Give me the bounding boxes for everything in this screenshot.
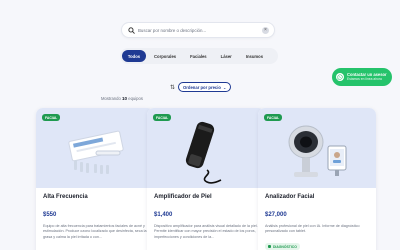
product-card-amplificador-de-piel[interactable]: FACIAL Amplificador de Piel $1,400 Dispo…	[147, 108, 265, 250]
tab-faciales[interactable]: Faciales	[184, 50, 213, 62]
product-card-analizador-facial[interactable]: FACIAL Analizador Facial $27,000 Análisi…	[258, 108, 376, 250]
results-prefix: Mostrando	[101, 96, 121, 101]
sort-icon: ⇅	[170, 84, 176, 91]
category-badge: FACIAL	[153, 114, 172, 121]
product-description: Dispositivo amplificador para análisis v…	[154, 224, 258, 239]
category-badge: FACIAL	[264, 114, 283, 121]
product-title: Amplificador de Piel	[154, 194, 212, 200]
product-title: Alta Frecuencia	[43, 194, 88, 200]
product-image-alta-frecuencia: FACIAL	[36, 108, 154, 188]
whatsapp-sub-label: Estamos en línea ahora	[347, 76, 382, 81]
tab-todos[interactable]: Todos	[122, 50, 146, 62]
diagnostic-tag: DIAGNÓSTICO	[265, 243, 300, 250]
sort-control: ⇅ Ordenar por precio ⌄	[170, 82, 232, 92]
chevron-down-icon: ⌄	[222, 84, 227, 90]
product-price: $550	[43, 212, 57, 218]
results-count: Mostrando 10 equipos	[101, 96, 143, 101]
clear-search-icon[interactable]: ×	[262, 26, 269, 34]
sort-select[interactable]: Ordenar por precio ⌄	[178, 82, 232, 92]
product-card-alta-frecuencia[interactable]: FACIAL Alta Frecuencia $550 Equipo de al…	[36, 108, 154, 250]
whatsapp-contact-button[interactable]: Contactar un asesor Estamos en línea aho…	[332, 68, 392, 86]
product-price: $1,400	[154, 212, 173, 218]
product-image-analizador-facial: FACIAL	[258, 108, 376, 188]
product-title: Analizador Facial	[265, 194, 315, 200]
category-badge: FACIAL	[42, 114, 61, 121]
whatsapp-icon	[336, 73, 344, 81]
results-number: 10	[121, 96, 128, 101]
tab-laser[interactable]: Láser	[215, 50, 238, 62]
tag-bullet-icon	[268, 245, 271, 249]
diagnostic-tag-label: DIAGNÓSTICO	[272, 244, 297, 249]
product-description: Análisis profesional de piel con IA. Inf…	[265, 224, 360, 234]
product-image-amplificador-de-piel: FACIAL	[147, 108, 265, 188]
category-tabs: Todos Corporales Faciales Láser Insumos	[120, 48, 278, 64]
tab-insumos[interactable]: Insumos	[240, 50, 269, 62]
product-price: $27,000	[265, 212, 287, 218]
search-bar[interactable]: ×	[121, 22, 275, 38]
results-suffix: equipos	[128, 96, 143, 101]
tab-corporales[interactable]: Corporales	[148, 50, 182, 62]
search-icon	[128, 26, 135, 34]
product-description: Equipo de alta frecuencia para tratamien…	[43, 224, 147, 239]
sort-selected-label: Ordenar por precio	[183, 84, 221, 90]
search-input[interactable]	[138, 25, 262, 35]
